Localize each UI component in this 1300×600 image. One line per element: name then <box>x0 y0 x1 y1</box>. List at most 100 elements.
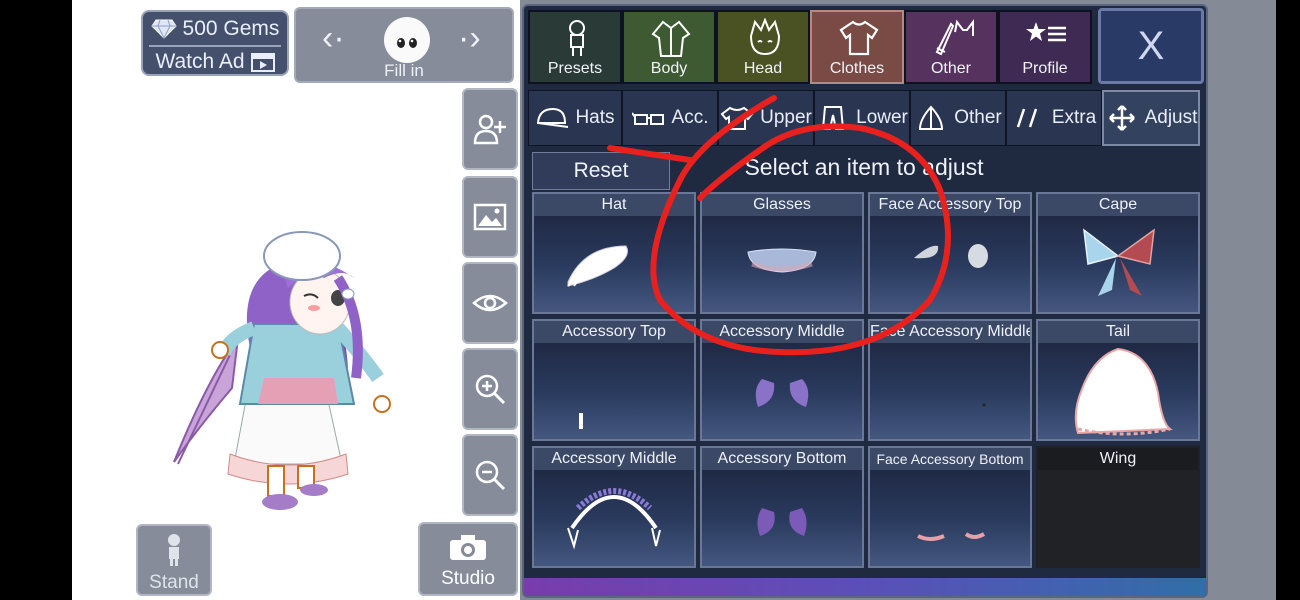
subtab-lower[interactable]: Lower <box>814 90 910 146</box>
subtab-extra[interactable]: Extra <box>1006 90 1102 146</box>
item-tail[interactable]: Tail <box>1036 319 1200 441</box>
subtab-upper[interactable]: Upper <box>718 90 814 146</box>
bottom-strip <box>524 578 1206 596</box>
item-accessory-top[interactable]: Accessory Top <box>532 319 696 441</box>
item-title: Accessory Top <box>534 321 694 343</box>
item-face-accessory-bottom[interactable]: Face Accessory Bottom <box>868 446 1032 568</box>
character-head-icon[interactable] <box>384 17 430 63</box>
tab-body-label: Body <box>650 60 688 77</box>
small-charm-icon <box>579 413 583 429</box>
zoom-out-button[interactable] <box>462 434 518 516</box>
upper-shirt-icon <box>720 106 754 130</box>
subtab-adjust-label: Adjust <box>1144 107 1198 128</box>
watch-ad-label: Watch Ad <box>155 50 245 73</box>
shirt-icon <box>839 20 879 56</box>
purple-wings-icon <box>755 379 809 407</box>
item-title: Face Accessory Middle <box>870 321 1030 343</box>
visor-glasses-icon <box>747 248 817 273</box>
purple-wings-small-icon <box>757 508 807 536</box>
stand-label: Stand <box>149 572 199 593</box>
head-icon <box>749 18 781 56</box>
background-button[interactable] <box>462 176 518 258</box>
sword-cat-icon <box>935 19 974 56</box>
game-screen: 500 Gems Watch Ad ‹· ·› Fill in Stand St… <box>72 0 1276 600</box>
eye-icon <box>472 294 508 312</box>
pants-icon <box>822 106 845 130</box>
cape-bow-icon <box>1083 228 1155 296</box>
tab-head-label: Head <box>743 60 783 77</box>
tab-presets[interactable]: Presets <box>528 10 622 84</box>
stand-pose-icon <box>168 534 180 566</box>
item-face-accessory-top[interactable]: Face Accessory Top <box>868 192 1032 314</box>
item-title: Accessory Middle <box>702 321 862 343</box>
image-icon <box>473 203 507 231</box>
tab-presets-label: Presets <box>547 60 603 77</box>
item-accessory-middle-2[interactable]: Accessory Middle <box>532 446 696 568</box>
headband-icon <box>567 488 661 550</box>
tab-other[interactable]: Other <box>904 10 998 84</box>
tiny-dot-icon <box>982 403 986 407</box>
star-list-icon <box>1026 22 1066 42</box>
item-title: Face Accessory Top <box>870 194 1030 216</box>
tab-profile[interactable]: Profile <box>998 10 1092 84</box>
studio-button[interactable]: Studio <box>418 522 518 596</box>
slash-icon <box>1016 108 1037 128</box>
hat-feather-icon <box>567 245 628 287</box>
face-accessory-icon <box>914 244 988 268</box>
move-icon <box>1108 105 1135 131</box>
item-accessory-bottom[interactable]: Accessory Bottom <box>700 446 864 568</box>
close-icon: X <box>1137 24 1165 68</box>
stand-button[interactable]: Stand <box>136 524 212 596</box>
subtab-accessories[interactable]: Acc. <box>622 90 718 146</box>
reset-button[interactable]: Reset <box>532 152 670 190</box>
item-title: Glasses <box>702 194 862 216</box>
character-preview <box>173 231 391 510</box>
subtab-upper-label: Upper <box>760 107 812 128</box>
zoom-in-icon <box>475 374 506 405</box>
item-title: Accessory Bottom <box>702 448 862 470</box>
character-selector: ‹· ·› Fill in <box>294 7 514 83</box>
item-title: Face Accessory Bottom <box>870 448 1030 470</box>
cap-icon <box>537 107 569 128</box>
item-accessory-middle[interactable]: Accessory Middle <box>700 319 864 441</box>
tab-body[interactable]: Body <box>622 10 716 84</box>
item-title: Cape <box>1038 194 1198 216</box>
item-title: Accessory Middle <box>534 448 694 470</box>
item-title: Wing <box>1038 448 1198 470</box>
close-button[interactable]: X <box>1098 8 1204 84</box>
subtab-accessories-label: Acc. <box>671 107 709 128</box>
toggle-visibility-button[interactable] <box>462 262 518 344</box>
zoom-in-button[interactable] <box>462 348 518 430</box>
presets-icon <box>569 20 585 56</box>
chevron-right-icon[interactable]: ·› <box>458 21 481 55</box>
gems-row: 500 Gems <box>143 14 287 44</box>
watch-ad-button[interactable]: Watch Ad <box>143 48 287 76</box>
character-name: Fill in <box>384 61 424 80</box>
gems-box[interactable]: 500 Gems Watch Ad <box>141 10 289 76</box>
item-title: Tail <box>1038 321 1198 343</box>
item-wing[interactable]: Wing <box>1036 446 1200 568</box>
item-face-accessory-middle[interactable]: Face Accessory Middle <box>868 319 1032 441</box>
other-item-icon <box>919 105 944 130</box>
subtab-other[interactable]: Other <box>910 90 1006 146</box>
subtab-adjust[interactable]: Adjust <box>1102 90 1200 146</box>
tab-clothes[interactable]: Clothes <box>810 10 904 84</box>
subtab-hats[interactable]: Hats <box>528 90 622 146</box>
subtab-extra-label: Extra <box>1051 107 1097 128</box>
glasses-icon <box>631 112 664 125</box>
item-glasses[interactable]: Glasses <box>700 192 864 314</box>
zoom-out-icon <box>475 460 506 491</box>
add-character-button[interactable] <box>462 88 518 170</box>
divider <box>149 45 281 47</box>
add-user-icon <box>473 114 506 145</box>
tab-clothes-label: Clothes <box>829 60 885 77</box>
tab-other-label: Other <box>930 60 971 77</box>
item-hat[interactable]: Hat <box>532 192 696 314</box>
gems-count: 500 Gems <box>182 17 280 40</box>
instruction-text: Select an item to adjust <box>744 154 984 180</box>
tab-head[interactable]: Head <box>716 10 810 84</box>
chevron-left-icon[interactable]: ‹· <box>322 21 345 55</box>
item-cape[interactable]: Cape <box>1036 192 1200 314</box>
skirt-tail-icon <box>1074 347 1173 436</box>
subtab-other-label: Other <box>954 107 1002 128</box>
